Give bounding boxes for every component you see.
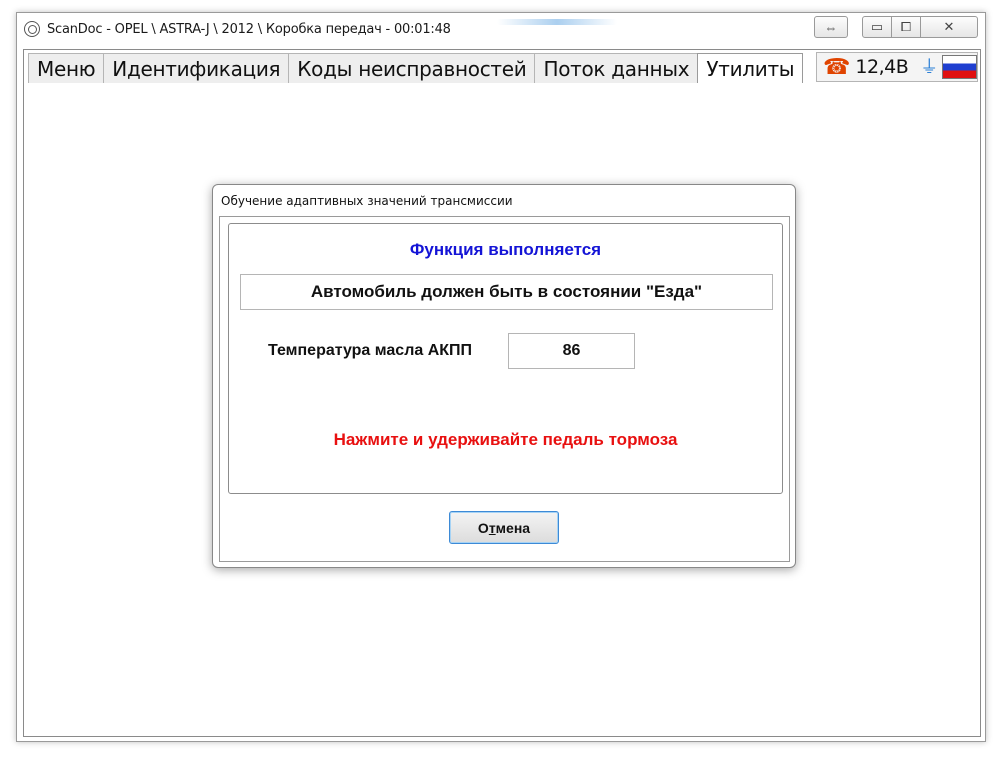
swap-icon: ⇔: [824, 19, 838, 35]
minimize-button[interactable]: ▭: [862, 16, 892, 38]
adaptation-dialog: Обучение адаптивных значений трансмиссии…: [212, 184, 796, 568]
minimize-icon: ▭: [870, 19, 884, 34]
swap-window-button[interactable]: ⇔: [814, 16, 848, 38]
phone-icon: ☎: [823, 54, 851, 79]
oil-temperature-text: 86: [562, 342, 581, 359]
tab-identification[interactable]: Идентификация: [103, 53, 290, 83]
russia-flag-icon[interactable]: [942, 55, 977, 79]
plug-icon: ⏚: [920, 57, 939, 77]
dialog-title: Обучение адаптивных значений трансмиссии: [221, 194, 513, 208]
tab-utilities[interactable]: Утилиты: [697, 53, 804, 83]
cancel-button[interactable]: От мена: [449, 511, 559, 544]
cancel-label-prefix: О: [477, 519, 489, 536]
close-icon: ✕: [943, 19, 955, 34]
close-button[interactable]: ✕: [920, 16, 978, 38]
tab-bar: Меню Идентификация Коды неисправностей П…: [28, 53, 804, 83]
status-panel: ☎ 12,4В ⏚: [816, 52, 978, 82]
maximize-button[interactable]: ⧠: [891, 16, 921, 38]
tab-fault-codes[interactable]: Коды неисправностей: [288, 53, 536, 83]
cancel-label-accelerator: т: [488, 519, 496, 536]
content-frame: Функция выполняется Автомобиль должен бы…: [228, 223, 783, 494]
oil-temperature-value: 86: [508, 333, 635, 369]
tab-data-stream[interactable]: Поток данных: [534, 53, 699, 83]
title-bar[interactable]: ScanDoc - OPEL \ ASTRA-J \ 2012 \ Коробк…: [17, 13, 985, 49]
maximize-icon: ⧠: [900, 19, 912, 34]
voltage-readout: 12,4В: [855, 56, 909, 78]
cancel-label-suffix: мена: [495, 519, 531, 536]
tab-menu[interactable]: Меню: [28, 53, 105, 83]
instruction-text: Автомобиль должен быть в состоянии "Езда…: [310, 282, 703, 301]
steering-wheel-icon: [24, 21, 40, 37]
title-bar-glare: [497, 19, 617, 25]
vehicle-state-instruction: Автомобиль должен быть в состоянии "Езда…: [240, 274, 773, 310]
brake-pedal-warning: Нажмите и удерживайте педаль тормоза: [333, 430, 678, 449]
window-title: ScanDoc - OPEL \ ASTRA-J \ 2012 \ Коробк…: [47, 22, 451, 37]
function-status: Функция выполняется: [409, 240, 602, 259]
oil-temperature-label: Температура масла АКПП: [268, 342, 473, 359]
dialog-body: Функция выполняется Автомобиль должен бы…: [219, 216, 790, 562]
